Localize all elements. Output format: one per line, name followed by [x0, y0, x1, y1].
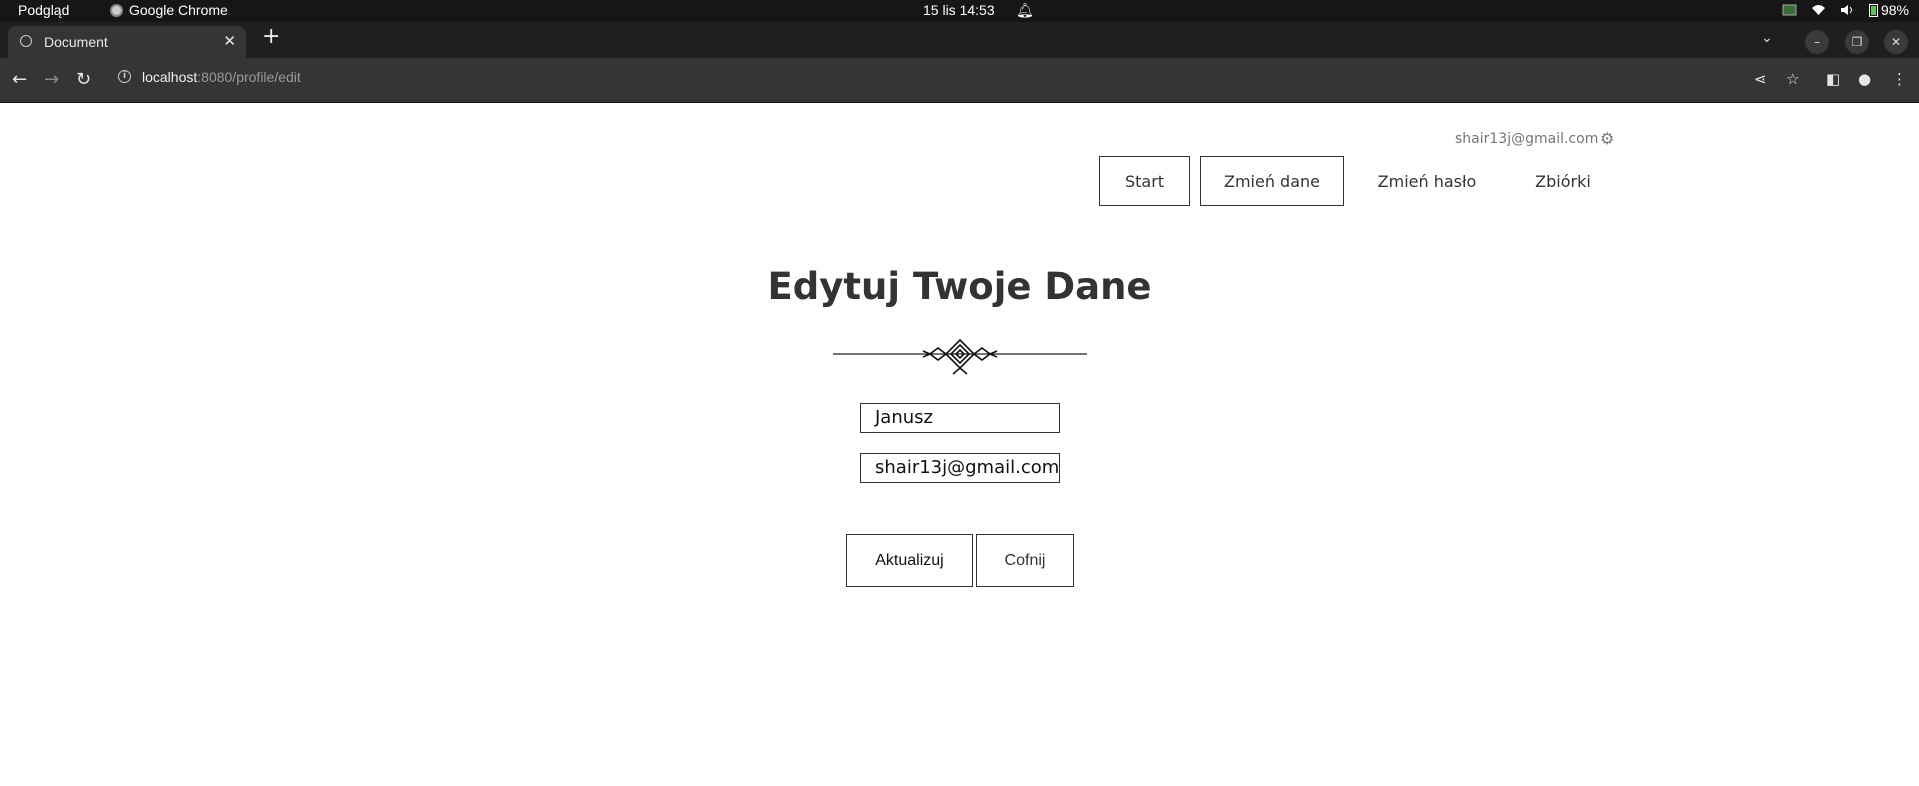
side-panel-icon[interactable]: ◧: [1826, 70, 1840, 88]
logged-in-user-email: shair13j@gmail.com: [1455, 131, 1599, 147]
browser-toolbar: ← → ↻ i localhost:8080/profile/edit ⋖ ☆ …: [0, 58, 1919, 103]
os-top-bar: Podgląd Google Chrome 15 lis 14:53 🔔︎ 98…: [0, 0, 1919, 22]
globe-icon: [20, 35, 32, 47]
os-app-menu[interactable]: Podgląd: [18, 2, 69, 18]
site-info-icon[interactable]: i: [118, 70, 131, 83]
url-text[interactable]: localhost:8080/profile/edit: [142, 69, 301, 85]
os-active-app[interactable]: Google Chrome: [110, 2, 228, 18]
page-title: Edytuj Twoje Dane: [767, 265, 1152, 308]
name-field[interactable]: Janusz: [860, 403, 1060, 433]
os-clock[interactable]: 15 lis 14:53: [923, 2, 995, 18]
nav-change-password[interactable]: Zmień hasło: [1368, 156, 1486, 206]
volume-icon: [1840, 5, 1852, 15]
decorative-divider: [833, 338, 1087, 375]
alarm-icon: 🔔︎: [1016, 2, 1034, 18]
nav-start[interactable]: Start: [1099, 156, 1190, 206]
wifi-icon: [1811, 5, 1825, 15]
battery-percent: 98%: [1880, 2, 1909, 18]
url-path: :8080/profile/edit: [197, 69, 301, 85]
back-arrow-icon[interactable]: ←: [12, 70, 27, 90]
new-tab-button[interactable]: +: [262, 26, 280, 48]
profile-icon[interactable]: ●: [1858, 70, 1871, 88]
bookmark-star-icon[interactable]: ☆: [1786, 70, 1799, 88]
screen-share-icon: [1782, 4, 1797, 16]
nav-change-data[interactable]: Zmień dane: [1200, 156, 1344, 206]
system-tray[interactable]: 98%: [1782, 2, 1909, 18]
restore-button[interactable]: ❐: [1845, 30, 1869, 54]
os-active-app-label: Google Chrome: [129, 2, 228, 18]
menu-kebab-icon[interactable]: ⋮: [1892, 70, 1907, 88]
reload-icon[interactable]: ↻: [76, 70, 91, 90]
address-bar[interactable]: i localhost:8080/profile/edit: [108, 64, 1783, 94]
tab-close-icon[interactable]: ✕: [223, 32, 236, 50]
minimize-button[interactable]: –: [1805, 30, 1829, 54]
chrome-icon: [110, 3, 123, 17]
page-content: shair13j@gmail.com ⚙ Start Zmień dane Zm…: [0, 103, 1919, 786]
url-host: localhost: [142, 69, 198, 85]
close-window-button[interactable]: ✕: [1884, 30, 1908, 54]
nav-collections[interactable]: Zbiórki: [1510, 156, 1616, 206]
email-field[interactable]: shair13j@gmail.com: [860, 453, 1060, 483]
tab-search-chevron-icon[interactable]: ⌄: [1761, 30, 1773, 46]
update-button[interactable]: Aktualizuj: [846, 534, 973, 587]
browser-tab[interactable]: Document ✕: [8, 26, 246, 58]
gear-icon[interactable]: ⚙: [1600, 129, 1614, 148]
browser-tab-strip: Document ✕: [0, 22, 1919, 58]
battery-icon: [1868, 4, 1878, 17]
back-button[interactable]: Cofnij: [976, 534, 1074, 587]
share-icon[interactable]: ⋖: [1754, 70, 1767, 88]
forward-arrow-icon[interactable]: →: [44, 70, 59, 90]
tab-title: Document: [44, 34, 108, 50]
